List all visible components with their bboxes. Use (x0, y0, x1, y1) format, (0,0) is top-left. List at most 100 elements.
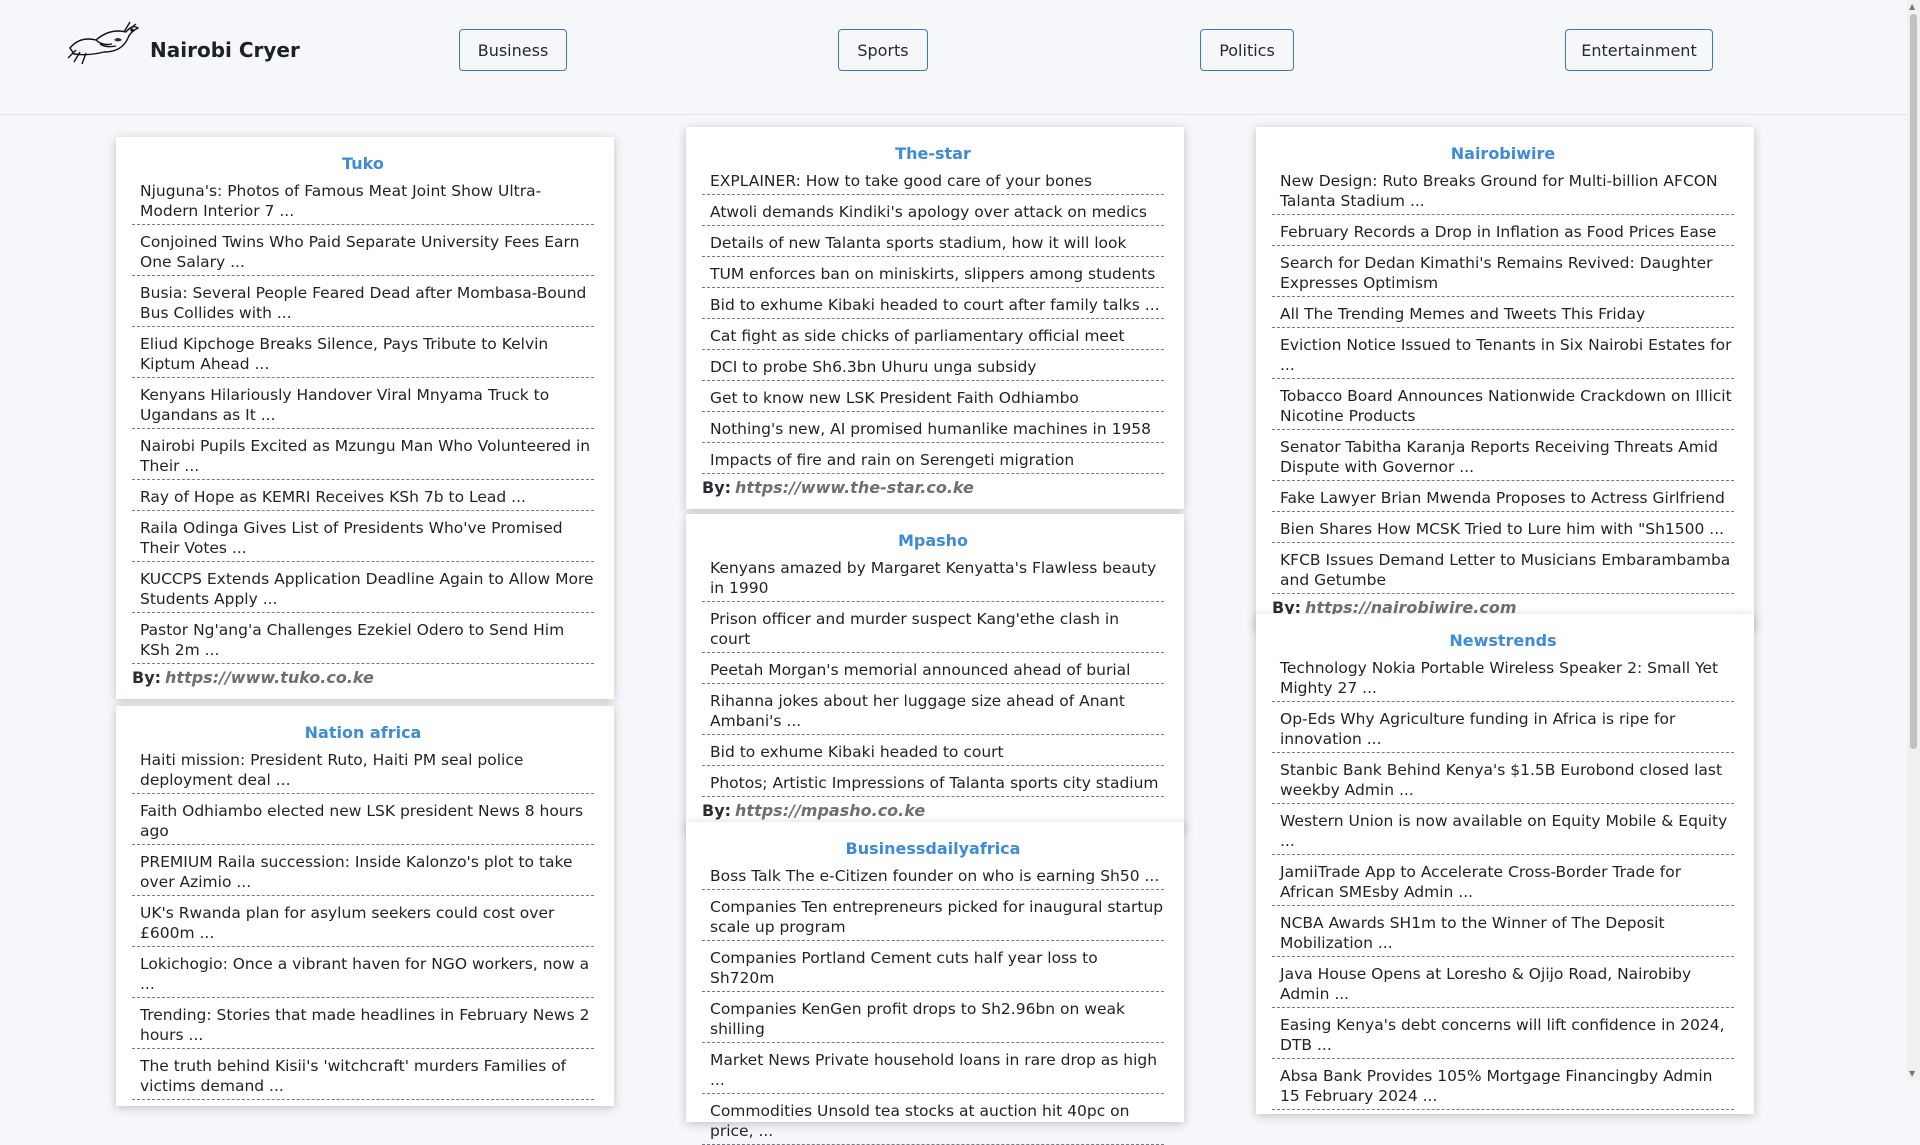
card-title[interactable]: Nairobiwire (1272, 143, 1734, 165)
headline-item[interactable]: Faith Odhiambo elected new LSK president… (132, 797, 594, 845)
headline-item[interactable]: Njuguna's: Photos of Famous Meat Joint S… (132, 177, 594, 225)
headline-item[interactable]: Commodities Unsold tea stocks at auction… (702, 1097, 1164, 1145)
brand[interactable]: Nairobi Cryer (66, 18, 300, 66)
card-title[interactable]: Mpasho (702, 530, 1164, 552)
headline-list: Technology Nokia Portable Wireless Speak… (1272, 654, 1734, 1110)
bird-logo-icon (67, 21, 140, 65)
headline-item[interactable]: Search for Dedan Kimathi's Remains Reviv… (1272, 249, 1734, 297)
headline-item[interactable]: Trending: Stories that made headlines in… (132, 1001, 594, 1049)
page-scrollbar[interactable]: ▲ ▼ (1907, 0, 1920, 1080)
nav-politics-button[interactable]: Politics (1200, 29, 1294, 71)
headline-item[interactable]: Prison officer and murder suspect Kang'e… (702, 605, 1164, 653)
headline-item[interactable]: Kenyans Hilariously Handover Viral Mnyam… (132, 381, 594, 429)
headline-item[interactable]: Fake Lawyer Brian Mwenda Proposes to Act… (1272, 484, 1734, 512)
headline-list: Boss Talk The e-Citizen founder on who i… (702, 862, 1164, 1145)
headline-item[interactable]: UK's Rwanda plan for asylum seekers coul… (132, 899, 594, 947)
headline-item[interactable]: Rihanna jokes about her luggage size ahe… (702, 687, 1164, 735)
site-title: Nairobi Cryer (150, 38, 300, 62)
headline-item[interactable]: The truth behind Kisii's 'witchcraft' mu… (132, 1052, 594, 1100)
headline-item[interactable]: Eviction Notice Issued to Tenants in Six… (1272, 331, 1734, 379)
headline-item[interactable]: Ray of Hope as KEMRI Receives KSh 7b to … (132, 483, 594, 511)
headline-item[interactable]: Companies KenGen profit drops to Sh2.96b… (702, 995, 1164, 1043)
source-link[interactable]: https://mpasho.co.ke (735, 801, 925, 820)
headline-item[interactable]: New Design: Ruto Breaks Ground for Multi… (1272, 167, 1734, 215)
nav-entertainment-button[interactable]: Entertainment (1565, 29, 1713, 71)
nav-sports-button[interactable]: Sports (838, 29, 928, 71)
headline-item[interactable]: Lokichogio: Once a vibrant haven for NGO… (132, 950, 594, 998)
headline-item[interactable]: Java House Opens at Loresho & Ojijo Road… (1272, 960, 1734, 1008)
scroll-up-arrow-icon[interactable]: ▲ (1909, 2, 1915, 11)
news-card-businessdailyafrica: Businessdailyafrica Boss Talk The e-Citi… (686, 822, 1184, 1145)
headline-item[interactable]: Details of new Talanta sports stadium, h… (702, 229, 1164, 257)
headline-list: Haiti mission: President Ruto, Haiti PM … (132, 746, 594, 1100)
headline-item[interactable]: DCI to probe Sh6.3bn Uhuru unga subsidy (702, 353, 1164, 381)
headline-item[interactable]: Bid to exhume Kibaki headed to court (702, 738, 1164, 766)
headline-item[interactable]: Photos; Artistic Impressions of Talanta … (702, 769, 1164, 797)
nav-business-button[interactable]: Business (459, 29, 567, 71)
headline-item[interactable]: Busia: Several People Feared Dead after … (132, 279, 594, 327)
headline-item[interactable]: Companies Ten entrepreneurs picked for i… (702, 893, 1164, 941)
headline-item[interactable]: Atwoli demands Kindiki's apology over at… (702, 198, 1164, 226)
headline-item[interactable]: NCBA Awards SH1m to the Winner of The De… (1272, 909, 1734, 957)
source-link[interactable]: https://www.tuko.co.ke (165, 668, 374, 687)
card-title[interactable]: Tuko (132, 153, 594, 175)
headline-item[interactable]: Raila Odinga Gives List of Presidents Wh… (132, 514, 594, 562)
site-header: Nairobi Cryer Business Sports Politics E… (0, 0, 1907, 115)
headline-item[interactable]: KFCB Issues Demand Letter to Musicians E… (1272, 546, 1734, 594)
headline-item[interactable]: Tobacco Board Announces Nationwide Crack… (1272, 382, 1734, 430)
news-card-nation-africa: Nation africa Haiti mission: President R… (116, 706, 614, 1106)
headline-item[interactable]: JamiiTrade App to Accelerate Cross-Borde… (1272, 858, 1734, 906)
headline-item[interactable]: All The Trending Memes and Tweets This F… (1272, 300, 1734, 328)
headline-item[interactable]: Peetah Morgan's memorial announced ahead… (702, 656, 1164, 684)
by-label: By: (702, 801, 732, 820)
headline-item[interactable]: TUM enforces ban on miniskirts, slippers… (702, 260, 1164, 288)
source-line: By: https://mpasho.co.ke (702, 800, 1164, 822)
headline-item[interactable]: Western Union is now available on Equity… (1272, 807, 1734, 855)
headline-item[interactable]: Impacts of fire and rain on Serengeti mi… (702, 446, 1164, 474)
headline-item[interactable]: February Records a Drop in Inflation as … (1272, 218, 1734, 246)
news-card-mpasho: Mpasho Kenyans amazed by Margaret Kenyat… (686, 514, 1184, 832)
headline-item[interactable]: EXPLAINER: How to take good care of your… (702, 167, 1164, 195)
source-line: By: https://www.tuko.co.ke (132, 667, 594, 689)
scrollbar-thumb[interactable] (1910, 14, 1917, 749)
headline-item[interactable]: Bien Shares How MCSK Tried to Lure him w… (1272, 515, 1734, 543)
source-link[interactable]: https://www.the-star.co.ke (735, 478, 974, 497)
headline-item[interactable]: Companies Portland Cement cuts half year… (702, 944, 1164, 992)
by-label: By: (702, 478, 732, 497)
headline-item[interactable]: Cat fight as side chicks of parliamentar… (702, 322, 1164, 350)
headline-item[interactable]: Nothing's new, AI promised humanlike mac… (702, 415, 1164, 443)
headline-item[interactable]: Technology Nokia Portable Wireless Speak… (1272, 654, 1734, 702)
by-label: By: (132, 668, 162, 687)
news-card-tuko: Tuko Njuguna's: Photos of Famous Meat Jo… (116, 137, 614, 699)
headline-item[interactable]: Nairobi Pupils Excited as Mzungu Man Who… (132, 432, 594, 480)
headline-item[interactable]: Senator Tabitha Karanja Reports Receivin… (1272, 433, 1734, 481)
headline-item[interactable]: KUCCPS Extends Application Deadline Agai… (132, 565, 594, 613)
headline-item[interactable]: Absa Bank Provides 105% Mortgage Financi… (1272, 1062, 1734, 1110)
headline-item[interactable]: Op-Eds Why Agriculture funding in Africa… (1272, 705, 1734, 753)
headline-item[interactable]: Pastor Ng'ang'a Challenges Ezekiel Odero… (132, 616, 594, 664)
scroll-down-arrow-icon[interactable]: ▼ (1909, 1069, 1915, 1078)
headline-item[interactable]: Conjoined Twins Who Paid Separate Univer… (132, 228, 594, 276)
card-title[interactable]: Businessdailyafrica (702, 838, 1164, 860)
headline-item[interactable]: Market News Private household loans in r… (702, 1046, 1164, 1094)
headline-item[interactable]: Stanbic Bank Behind Kenya's $1.5B Eurobo… (1272, 756, 1734, 804)
card-title[interactable]: The-star (702, 143, 1164, 165)
headline-list: Njuguna's: Photos of Famous Meat Joint S… (132, 177, 594, 664)
headline-item[interactable]: Get to know new LSK President Faith Odhi… (702, 384, 1164, 412)
news-card-newstrends: Newstrends Technology Nokia Portable Wir… (1256, 614, 1754, 1114)
headline-item[interactable]: Kenyans amazed by Margaret Kenyatta's Fl… (702, 554, 1164, 602)
headline-list: Kenyans amazed by Margaret Kenyatta's Fl… (702, 554, 1164, 797)
card-title[interactable]: Newstrends (1272, 630, 1734, 652)
headline-list: EXPLAINER: How to take good care of your… (702, 167, 1164, 474)
source-line: By: https://www.the-star.co.ke (702, 477, 1164, 499)
headline-item[interactable]: Bid to exhume Kibaki headed to court aft… (702, 291, 1164, 319)
news-card-the-star: The-star EXPLAINER: How to take good car… (686, 127, 1184, 509)
card-title[interactable]: Nation africa (132, 722, 594, 744)
headline-item[interactable]: Easing Kenya's debt concerns will lift c… (1272, 1011, 1734, 1059)
headline-item[interactable]: Boss Talk The e-Citizen founder on who i… (702, 862, 1164, 890)
headline-item[interactable]: Eliud Kipchoge Breaks Silence, Pays Trib… (132, 330, 594, 378)
news-card-nairobiwire: Nairobiwire New Design: Ruto Breaks Grou… (1256, 127, 1754, 629)
headline-list: New Design: Ruto Breaks Ground for Multi… (1272, 167, 1734, 594)
headline-item[interactable]: Haiti mission: President Ruto, Haiti PM … (132, 746, 594, 794)
headline-item[interactable]: PREMIUM Raila succession: Inside Kalonzo… (132, 848, 594, 896)
